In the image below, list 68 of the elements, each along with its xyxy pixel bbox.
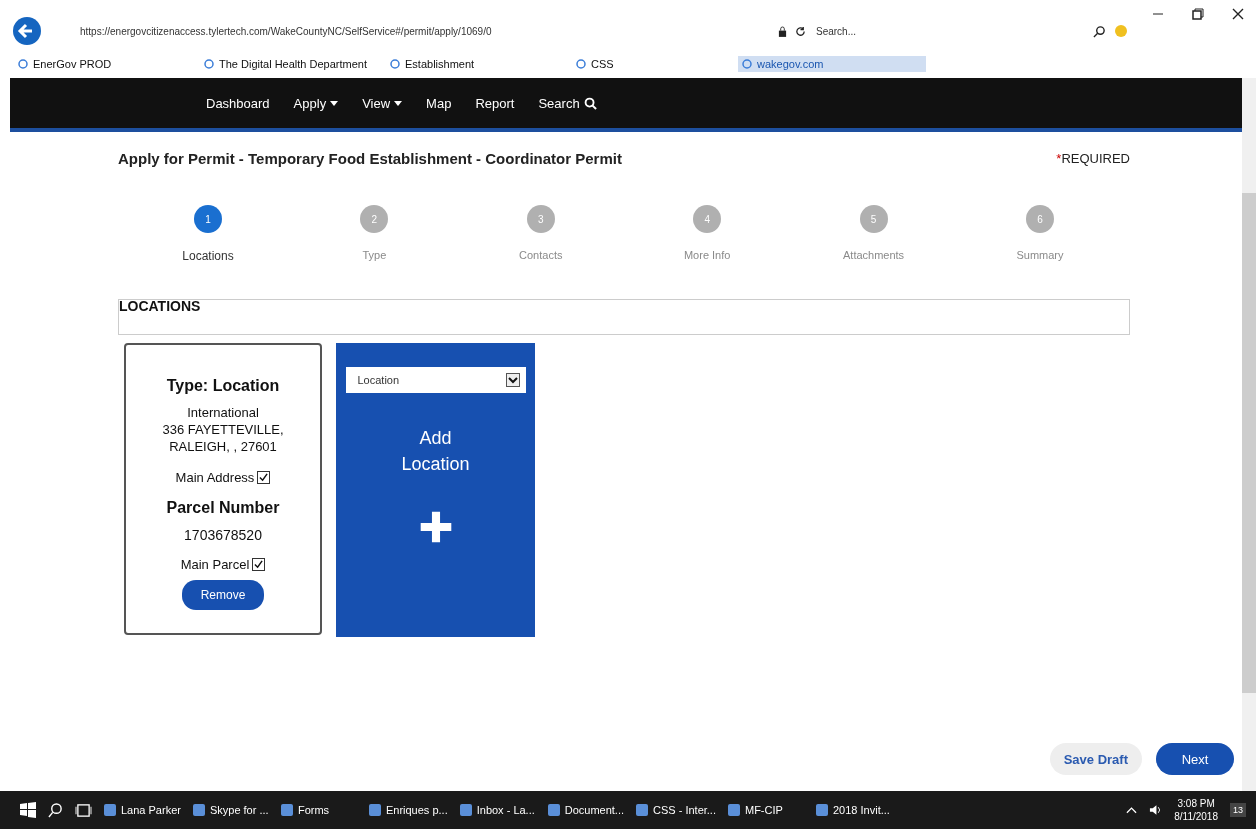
- speaker-icon[interactable]: [1149, 804, 1163, 816]
- card-heading: Parcel Number: [166, 498, 280, 517]
- step-label[interactable]: Summary: [1016, 249, 1064, 261]
- taskbar-clock[interactable]: 3:08 PM 8/11/2018: [1174, 797, 1218, 823]
- taskbar-app[interactable]: Lana Parker: [104, 804, 181, 816]
- taskbar-app[interactable]: Skype for ...: [192, 804, 269, 816]
- favorite-tab[interactable]: CSS: [572, 56, 730, 72]
- section-header: LOCATIONS: [118, 299, 1130, 335]
- windows-start-icon[interactable]: [20, 802, 36, 818]
- browser-search-field[interactable]: Search...: [814, 24, 928, 38]
- nav-link[interactable]: Search: [538, 95, 597, 111]
- nav-link[interactable]: Apply: [293, 95, 339, 111]
- page-title: Apply for Permit - Temporary Food Establishment - Coordinator Permit: [118, 150, 622, 167]
- step-number[interactable]: 1: [194, 205, 222, 233]
- globe-icon: [742, 59, 752, 69]
- globe-icon: [18, 59, 28, 69]
- step-label[interactable]: Locations: [182, 249, 234, 263]
- checkbox[interactable]: [257, 470, 271, 484]
- task-view-icon[interactable]: [75, 802, 92, 818]
- remove-button[interactable]: Remove: [182, 579, 264, 610]
- taskbar-app[interactable]: Forms: [280, 804, 357, 816]
- step-label[interactable]: Type: [362, 249, 387, 261]
- checkbox-label: Main Parcel: [180, 556, 250, 572]
- taskbar-app[interactable]: Inbox - La...: [459, 804, 536, 816]
- step-label[interactable]: Contacts: [519, 249, 563, 261]
- globe-icon: [204, 59, 214, 69]
- scrollbar[interactable]: [1242, 78, 1256, 791]
- nav-link[interactable]: Map: [426, 95, 452, 111]
- save-draft-button[interactable]: Save Draft: [1049, 743, 1142, 775]
- close-icon[interactable]: [1232, 8, 1244, 20]
- address-bar[interactable]: https://energovcitizenaccess.tylertech.com/WakeCountyNC/SelfService#/permit/apply/1069/0: [80, 25, 770, 37]
- nav-link[interactable]: View: [362, 95, 403, 111]
- taskbar-app[interactable]: 2018 Invit...: [816, 804, 892, 816]
- required-note: *REQUIRED: [1056, 151, 1130, 166]
- search-icon[interactable]: [1093, 24, 1106, 38]
- step-label[interactable]: Attachments: [843, 249, 905, 261]
- favorite-tab[interactable]: The Digital Health Department: [200, 56, 378, 72]
- lock-icon: [778, 25, 787, 37]
- restore-icon[interactable]: [1192, 8, 1204, 20]
- caret-icon: [330, 100, 339, 106]
- next-button[interactable]: Next: [1156, 743, 1234, 775]
- taskbar-app[interactable]: MF-CIP: [728, 804, 804, 816]
- location-select[interactable]: Location: [345, 367, 526, 393]
- globe-icon: [390, 59, 400, 69]
- globe-icon: [576, 59, 586, 69]
- parcel-number: 1703678520: [184, 526, 262, 543]
- search-icon[interactable]: [48, 802, 63, 818]
- caret-icon: [394, 100, 403, 106]
- chevron-up-icon[interactable]: [1126, 806, 1138, 814]
- nav-link[interactable]: Dashboard: [206, 95, 270, 111]
- refresh-icon[interactable]: [795, 25, 806, 37]
- taskbar-app[interactable]: Document...: [547, 804, 624, 816]
- notification-badge[interactable]: 13: [1230, 803, 1246, 817]
- add-location-title: Add Location: [401, 427, 470, 477]
- nav-link[interactable]: Report: [475, 95, 515, 111]
- back-icon[interactable]: [12, 16, 42, 46]
- add-location-card[interactable]: Location Add Location: [336, 343, 535, 637]
- favorite-tab[interactable]: Establishment: [386, 56, 564, 72]
- checkbox[interactable]: [252, 557, 266, 571]
- card-heading: Type: Location: [166, 377, 280, 395]
- address-text: International 336 FAYETTEVILLE, RALEIGH, , 27601: [162, 405, 284, 456]
- step-label[interactable]: More Info: [683, 249, 731, 261]
- search-icon: [583, 96, 597, 110]
- favorite-tab[interactable]: wakegov.com: [738, 56, 926, 72]
- checkbox-label: Main Address: [175, 469, 255, 485]
- favorite-tab[interactable]: EnerGov PROD: [14, 56, 192, 72]
- taskbar-app[interactable]: Enriques p...: [368, 804, 448, 816]
- taskbar-app[interactable]: CSS - Inter...: [636, 804, 716, 816]
